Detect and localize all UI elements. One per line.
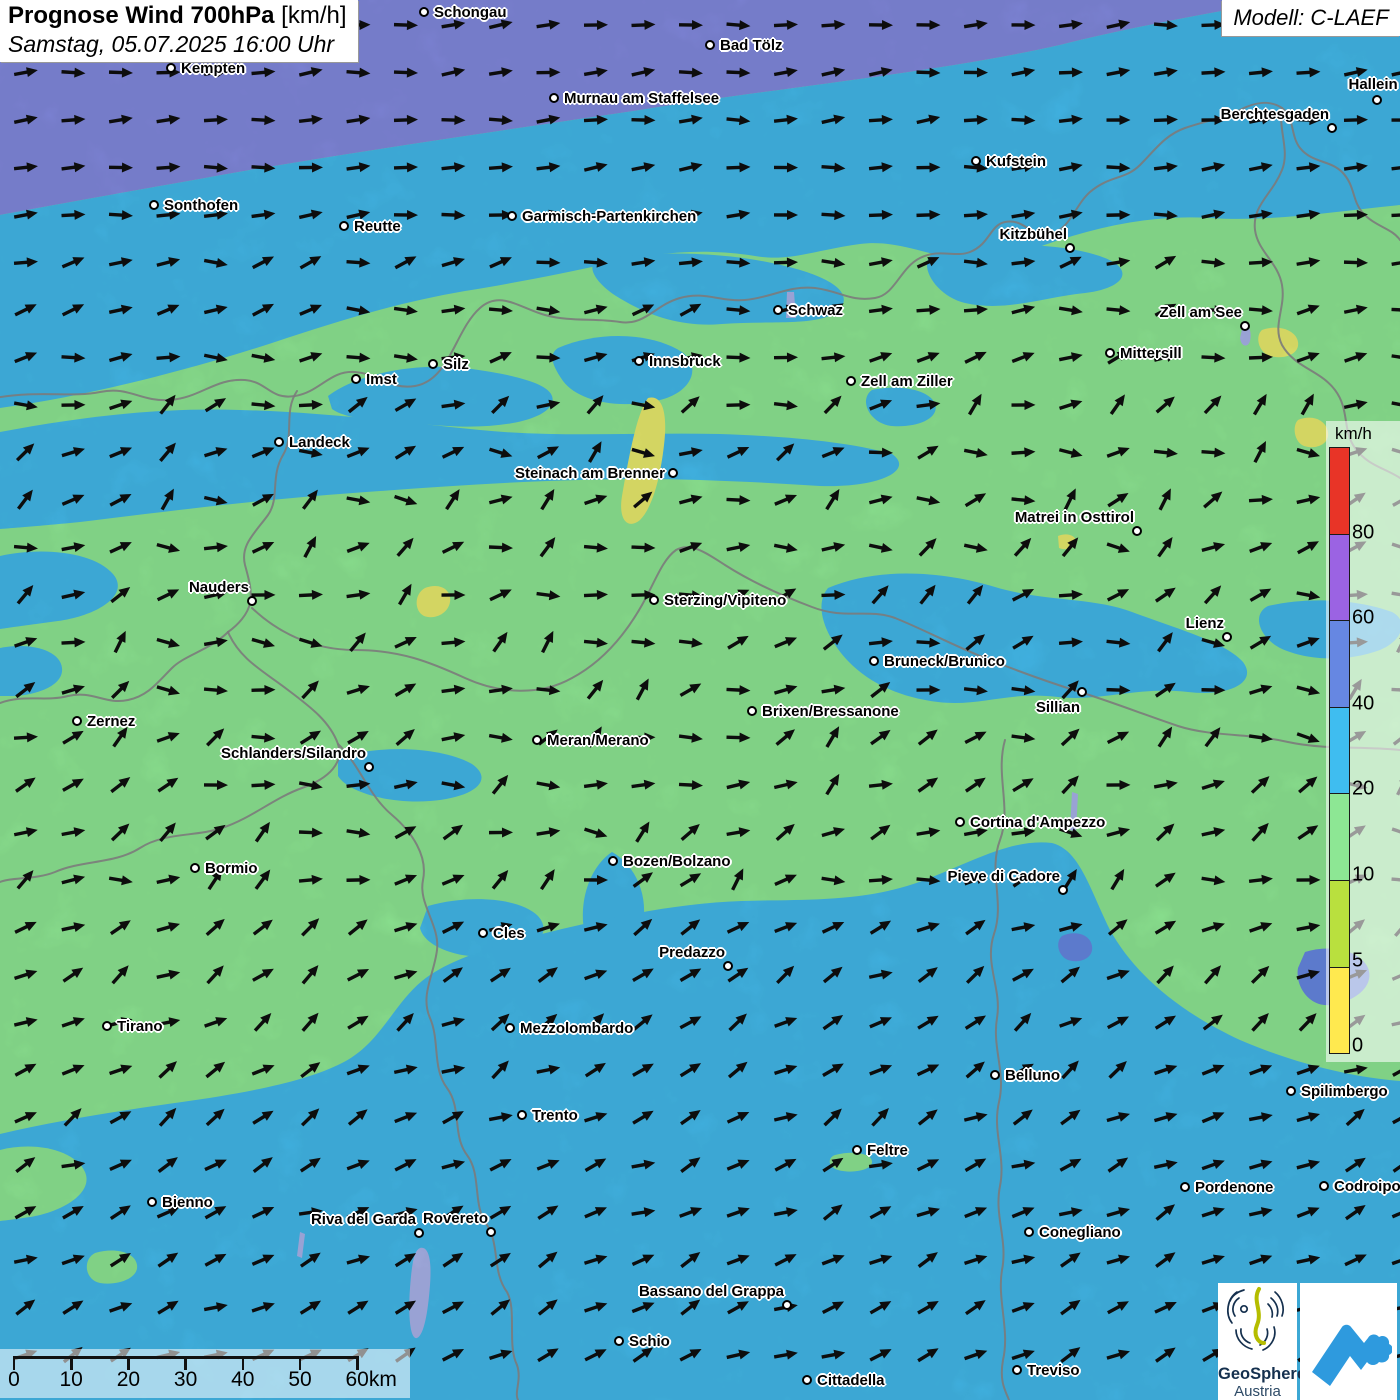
weather-map-page: SchongauBad TölzKemptenMurnau am Staffel… <box>0 0 1400 1400</box>
legend-segment-60-80 <box>1330 535 1349 622</box>
wind-map-canvas <box>0 0 1400 1400</box>
legend-tick-label: 60 <box>1352 607 1374 630</box>
terrain-texture <box>0 0 1400 1400</box>
title-box: Prognose Wind 700hPa [km/h] Samstag, 05.… <box>0 0 358 62</box>
map-scale-bar: 0 10 20 30 40 50 60km <box>0 1349 410 1398</box>
scale-tick-label: 30 <box>174 1368 197 1392</box>
scale-tick-label: 40 <box>231 1368 254 1392</box>
legend-segment-20-40 <box>1330 708 1349 795</box>
page-title: Prognose Wind 700hPa [km/h] <box>8 2 358 30</box>
legend-tick-label: 80 <box>1352 521 1374 544</box>
legend-segment->80 <box>1330 448 1349 535</box>
legend-unit-label: km/h <box>1335 424 1372 444</box>
legend-tick-label: 20 <box>1352 778 1374 801</box>
scale-tick-label: 60km <box>346 1368 397 1392</box>
legend-segment-10-20 <box>1330 794 1349 881</box>
title-unit: [km/h] <box>275 2 347 29</box>
legend-tick-label: 5 <box>1352 949 1363 972</box>
legend-segment-0-5 <box>1330 968 1349 1054</box>
geosphere-logo-mark <box>1222 1283 1294 1359</box>
scale-tick-label: 50 <box>288 1368 311 1392</box>
mountain-cloud-icon <box>1306 1294 1392 1390</box>
partner-logo <box>1300 1283 1397 1400</box>
model-label: Modell: C-LAEF <box>1233 5 1388 31</box>
forecast-datetime: Samstag, 05.07.2025 16:00 Uhr <box>8 30 358 58</box>
legend-color-bar <box>1329 447 1350 1054</box>
legend-segment-5-10 <box>1330 881 1349 968</box>
legend-tick-label: 10 <box>1352 864 1374 887</box>
legend-tick-label: 0 <box>1352 1035 1363 1058</box>
title-parameter: Prognose Wind 700hPa <box>8 2 275 29</box>
legend-segment-40-60 <box>1330 621 1349 708</box>
geosphere-logo: GeoSphere Austria <box>1218 1283 1297 1400</box>
scale-tick-label: 0 <box>8 1368 20 1392</box>
scale-tick-label: 10 <box>60 1368 83 1392</box>
geosphere-country-name: Austria <box>1218 1383 1297 1400</box>
geosphere-org-name: GeoSphere <box>1218 1365 1297 1383</box>
wind-speed-legend: km/h 80 60 40 20 10 5 0 <box>1326 421 1400 1062</box>
model-box: Modell: C-LAEF <box>1222 0 1400 36</box>
scale-tick-label: 20 <box>117 1368 140 1392</box>
legend-tick-label: 40 <box>1352 692 1374 715</box>
